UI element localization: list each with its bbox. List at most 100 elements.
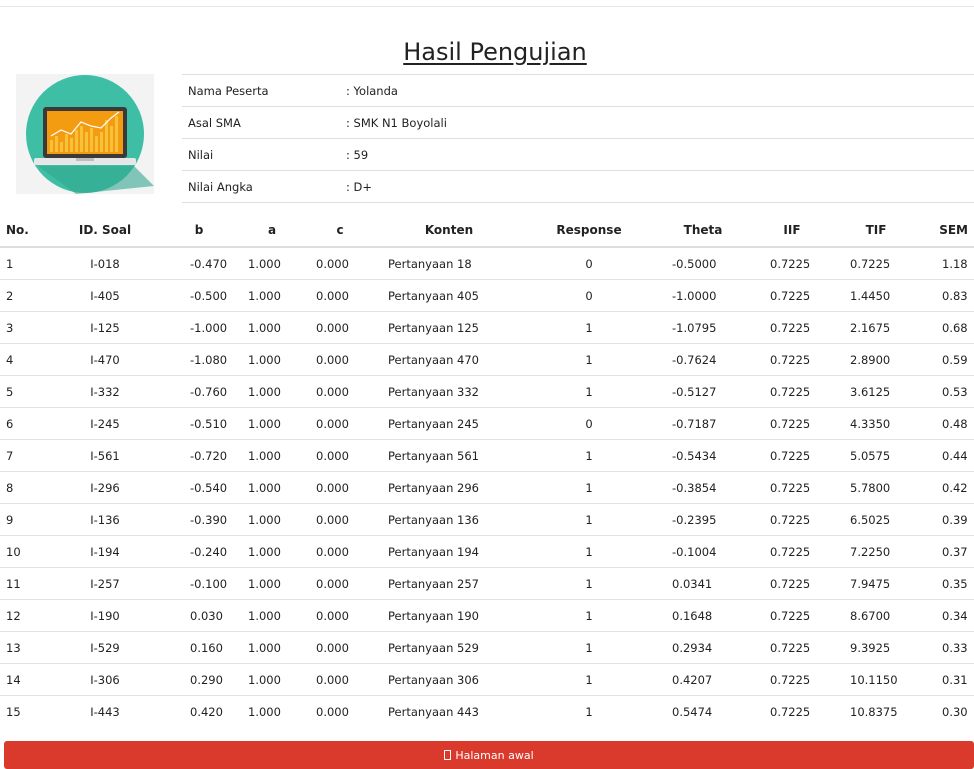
table-row: 11 I-257 -0.100 1.000 0.000 Pertanyaan 257 1 0.… (0, 567, 974, 600)
table-cell: 0.59 (920, 343, 974, 376)
table-cell: -0.240 (160, 535, 238, 568)
table-cell: 1 (524, 567, 654, 600)
table-cell: 4.3350 (832, 407, 920, 440)
table-cell: 0.7225 (752, 599, 832, 632)
table-cell: Pertanyaan 443 (374, 695, 524, 727)
table-cell: 0.000 (306, 311, 374, 344)
table-cell: 1.000 (238, 375, 306, 408)
column-header: Theta (654, 214, 752, 248)
table-cell: I-470 (50, 343, 160, 376)
info-value: : 59 (340, 138, 974, 171)
table-cell: 0.000 (306, 471, 374, 504)
table-cell: 1 (6, 256, 14, 271)
table-cell: 0.7225 (752, 375, 832, 408)
table-cell: Pertanyaan 257 (374, 567, 524, 600)
column-header: c (306, 214, 374, 248)
table-cell: 0.000 (306, 439, 374, 472)
table-cell: Pertanyaan 470 (374, 343, 524, 376)
info-value: : Yolanda (340, 74, 974, 107)
table-cell: 11 (0, 567, 50, 600)
table-cell: 2.1675 (832, 311, 920, 344)
table-cell: 1 (524, 535, 654, 568)
table-cell: I-257 (50, 567, 160, 600)
table-cell: 0.000 (306, 279, 374, 312)
table-cell: 0.000 (306, 567, 374, 600)
table-cell: 3.6125 (832, 375, 920, 408)
table-cell: I-125 (50, 311, 160, 344)
info-value: : SMK N1 Boyolali (340, 106, 974, 139)
participant-info: Nama Peserta : Yolanda Asal SMA : SMK N1… (182, 74, 974, 203)
table-cell: 6 (0, 407, 50, 440)
table-cell: 1.000 (238, 631, 306, 664)
table-cell: 0.000 (306, 343, 374, 376)
table-cell: 0.5474 (654, 695, 752, 727)
table-cell: 1 (524, 311, 654, 344)
table-cell: -1.0000 (654, 279, 752, 312)
info-label: Nama Peserta (182, 74, 340, 107)
table-row: 9 I-136 -0.390 1.000 0.000 Pertanyaan 136 1 -0.… (0, 503, 974, 536)
column-header: a (238, 214, 306, 248)
column-header: TIF (832, 214, 920, 248)
table-cell: 0.000 (306, 535, 374, 568)
table-cell: 0.000 (306, 503, 374, 536)
table-cell: Pertanyaan 332 (374, 375, 524, 408)
table-cell: 1.000 (238, 567, 306, 600)
table-cell: 1 (524, 663, 654, 696)
table-row: 12 I-190 0.030 1.000 0.000 Pertanyaan 190 1 0.1… (0, 599, 974, 632)
table-header-row: No. ID. Soal b a c Konten Response Theta IIF TIF S… (0, 214, 974, 248)
table-cell: -1.0795 (654, 311, 752, 344)
table-cell: 0.7225 (752, 407, 832, 440)
info-row: Asal SMA : SMK N1 Boyolali (182, 106, 974, 139)
info-value: : D+ (340, 170, 974, 203)
top-divider (0, 6, 974, 7)
info-label: Nilai (182, 138, 340, 171)
results-table: No. ID. Soal b a c Konten Response Theta IIF TIF S… (0, 214, 974, 727)
table-cell: I-194 (50, 535, 160, 568)
home-button[interactable]: Halaman awal (4, 741, 974, 769)
home-icon (444, 750, 452, 760)
table-cell: Pertanyaan 529 (374, 631, 524, 664)
table-cell: 0.7225 (752, 663, 832, 696)
table-cell: 0.30 (920, 695, 974, 727)
home-button-label: Halaman awal (455, 748, 534, 762)
table-cell: -0.470 (190, 256, 228, 271)
table-cell: Pertanyaan 194 (374, 535, 524, 568)
table-cell: I-405 (50, 279, 160, 312)
table-cell: 1 (524, 343, 654, 376)
table-cell: -0.7187 (654, 407, 752, 440)
table-cell: 0.7225 (752, 343, 832, 376)
table-cell: I-561 (50, 439, 160, 472)
table-cell: 0.7225 (752, 439, 832, 472)
table-cell: 5.0575 (832, 439, 920, 472)
table-cell: Pertanyaan 296 (374, 471, 524, 504)
column-header: SEM (920, 214, 974, 248)
column-header: ID. Soal (50, 214, 160, 248)
table-cell: 0 (524, 279, 654, 312)
table-cell: 1.000 (238, 695, 306, 727)
table-cell: 1 (524, 439, 654, 472)
table-cell: 0.7225 (752, 311, 832, 344)
table-cell: 0.7225 (752, 535, 832, 568)
table-cell: -0.720 (160, 439, 238, 472)
table-row: 13 I-529 0.160 1.000 0.000 Pertanyaan 529 1 0.2… (0, 631, 974, 664)
table-row: 6 I-245 -0.510 1.000 0.000 Pertanyaan 245 0 -0.… (0, 407, 974, 440)
table-cell: 0.83 (920, 279, 974, 312)
table-cell: 0.000 (306, 407, 374, 440)
table-cell: 15 (0, 695, 50, 727)
table-row: 5 I-332 -0.760 1.000 0.000 Pertanyaan 332 1 -0.… (0, 375, 974, 408)
table-cell: 1.4450 (832, 279, 920, 312)
table-cell: 1.000 (238, 471, 306, 504)
column-header: b (160, 214, 238, 248)
table-cell: -0.5127 (654, 375, 752, 408)
table-cell: I-245 (50, 407, 160, 440)
table-cell: -1.000 (160, 311, 238, 344)
table-cell: 0.34 (920, 599, 974, 632)
table-cell: 7 (0, 439, 50, 472)
table-cell: 9.3925 (832, 631, 920, 664)
table-cell: Pertanyaan 190 (374, 599, 524, 632)
column-header: Konten (374, 214, 524, 248)
table-row: 14 I-306 0.290 1.000 0.000 Pertanyaan 306 1 0.4… (0, 663, 974, 696)
table-cell: 9 (0, 503, 50, 536)
info-row: Nilai Angka : D+ (182, 170, 974, 203)
table-row: 7 I-561 -0.720 1.000 0.000 Pertanyaan 561 1 -0.… (0, 439, 974, 472)
